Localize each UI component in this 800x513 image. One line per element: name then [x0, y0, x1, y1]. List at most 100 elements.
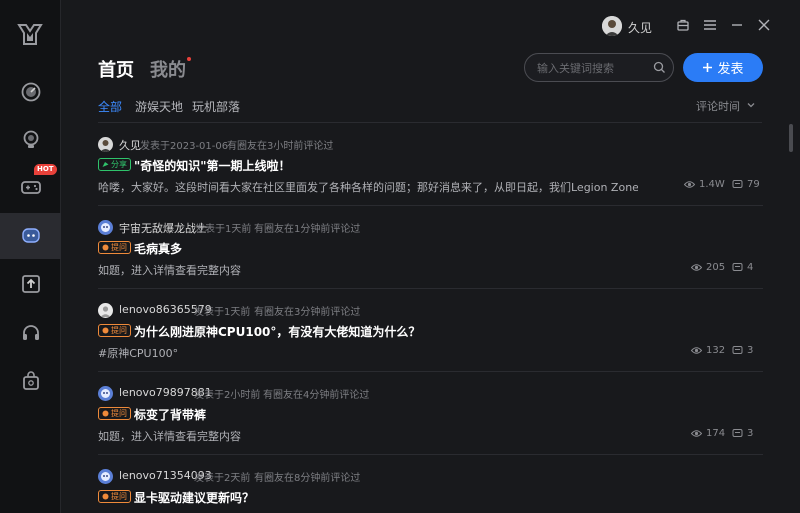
- upload-icon: [21, 275, 40, 293]
- comment-icon: [732, 180, 743, 188]
- lightbulb-icon: [23, 130, 38, 148]
- comment-count: 4: [732, 262, 753, 273]
- gamepad-icon: [20, 181, 41, 194]
- tab-mine[interactable]: 我的: [150, 56, 186, 82]
- post-excerpt: 哈喽，大家好。这段时间看大家在社区里面发了各种各样的问题；那好消息来了，从即日起…: [98, 181, 638, 194]
- post-excerpt: 如题，进入详情查看完整内容: [98, 430, 241, 443]
- post-activity: 有圈友在3小时前评论过: [227, 141, 334, 152]
- eye-icon: [691, 347, 702, 354]
- views-value: 132: [706, 345, 726, 356]
- eye-icon: [691, 264, 702, 271]
- question-icon: [102, 410, 109, 417]
- view-count: 205: [691, 262, 725, 273]
- post-title[interactable]: 为什么刚进原神CPU100°，有没有大佬知道为什么？: [134, 323, 420, 340]
- sidebar-item-upload[interactable]: [0, 261, 61, 307]
- views-value: 174: [706, 428, 726, 439]
- post-title[interactable]: 毛病真多: [134, 240, 182, 257]
- post-time: 发表于1天前: [194, 307, 251, 318]
- post-activity: 有圈友在8分钟前评论过: [254, 473, 361, 484]
- subtab-entertainment[interactable]: 游娱天地: [135, 98, 183, 115]
- post-item[interactable]: 久见 发表于2023-01-06 有圈友在3小时前评论过 分享 "奇怪的知识"第…: [98, 123, 763, 206]
- user-avatar[interactable]: [602, 16, 622, 36]
- comments-value: 3: [747, 345, 754, 356]
- post-title[interactable]: 显卡驱动建议更新吗？: [134, 489, 254, 506]
- tag-badge: 提问: [98, 407, 131, 420]
- speedometer-icon: [21, 82, 40, 102]
- post-time: 发表于2023-01-06: [140, 141, 229, 152]
- sort-dropdown[interactable]: 评论时间: [696, 98, 740, 114]
- post-activity: 有圈友在3分钟前评论过: [254, 307, 361, 318]
- hot-badge: HOT: [34, 164, 57, 175]
- plus-icon: [703, 63, 713, 72]
- post-time: 发表于2小时前: [194, 390, 261, 401]
- view-count: 1.4W: [684, 179, 725, 190]
- tab-home[interactable]: 首页: [98, 56, 134, 82]
- comments-value: 4: [747, 262, 754, 273]
- post-item[interactable]: lenovo79897881 发表于2小时前 有圈友在4分钟前评论过 提问 标变…: [98, 372, 763, 455]
- tag-badge: 提问: [98, 490, 131, 503]
- eye-icon: [684, 181, 695, 188]
- sidebar-item-audio[interactable]: [0, 310, 61, 356]
- post-author[interactable]: 宇宙无敌爆龙战士: [119, 220, 207, 236]
- search-icon[interactable]: [653, 61, 666, 74]
- question-icon: [102, 244, 109, 251]
- post-author[interactable]: 久见: [119, 137, 141, 153]
- sidebar-item-tips[interactable]: [0, 117, 61, 163]
- close-icon[interactable]: [757, 18, 771, 32]
- post-button-label: 发表: [717, 62, 744, 77]
- comment-count: 3: [732, 428, 753, 439]
- post-button[interactable]: 发表: [683, 53, 763, 82]
- menu-icon[interactable]: [703, 18, 717, 32]
- tag-label: 分享: [111, 160, 127, 169]
- tag-badge: 提问: [98, 241, 131, 254]
- tag-badge: 分享: [98, 158, 131, 171]
- post-item[interactable]: lenovo71354093 发表于2天前 有圈友在8分钟前评论过 提问 显卡驱…: [98, 455, 763, 513]
- sidebar-item-community[interactable]: [0, 213, 61, 259]
- post-time: 发表于1天前: [195, 224, 252, 235]
- post-feed: 久见 发表于2023-01-06 有圈友在3小时前评论过 分享 "奇怪的知识"第…: [61, 123, 800, 513]
- post-excerpt: #原神CPU100°: [98, 347, 179, 360]
- view-count: 174: [691, 428, 725, 439]
- sidebar-item-store[interactable]: [0, 358, 61, 404]
- subtab-devices[interactable]: 玩机部落: [192, 98, 240, 115]
- author-avatar[interactable]: [98, 137, 113, 152]
- subtab-all[interactable]: 全部: [98, 98, 122, 115]
- community-chat-icon: [21, 228, 40, 243]
- tag-label: 提问: [111, 243, 127, 252]
- post-excerpt: 如题，进入详情查看完整内容: [98, 264, 241, 277]
- post-activity: 有圈友在4分钟前评论过: [263, 390, 370, 401]
- tag-label: 提问: [111, 492, 127, 501]
- comment-icon: [732, 346, 743, 354]
- post-title[interactable]: "奇怪的知识"第一期上线啦！: [134, 157, 291, 174]
- author-avatar[interactable]: [98, 386, 113, 401]
- author-avatar[interactable]: [98, 303, 113, 318]
- author-avatar[interactable]: [98, 220, 113, 235]
- comments-value: 79: [747, 179, 760, 190]
- store-bag-icon: [22, 371, 39, 390]
- tag-badge: 提问: [98, 324, 131, 337]
- briefcase-icon[interactable]: [676, 18, 690, 32]
- user-name[interactable]: 久见: [628, 19, 652, 36]
- comment-count: 3: [732, 345, 753, 356]
- post-item[interactable]: lenovo86365579 发表于1天前 有圈友在3分钟前评论过 提问 为什么…: [98, 289, 763, 372]
- post-title[interactable]: 标变了背带裤: [134, 406, 206, 423]
- search-box[interactable]: [524, 53, 674, 82]
- legion-logo-icon[interactable]: [16, 20, 44, 48]
- tag-label: 提问: [111, 326, 127, 335]
- post-activity: 有圈友在1分钟前评论过: [254, 224, 361, 235]
- notification-dot: [187, 57, 191, 61]
- sidebar-item-games[interactable]: HOT: [0, 164, 61, 210]
- chevron-down-icon[interactable]: [746, 100, 756, 110]
- search-input[interactable]: [537, 60, 647, 76]
- post-item[interactable]: 宇宙无敌爆龙战士 发表于1天前 有圈友在1分钟前评论过 提问 毛病真多 如题，进…: [98, 206, 763, 289]
- views-value: 1.4W: [699, 179, 725, 190]
- post-time: 发表于2天前: [194, 473, 251, 484]
- author-avatar[interactable]: [98, 469, 113, 484]
- comment-count: 79: [732, 179, 760, 190]
- minimize-icon[interactable]: [730, 18, 744, 32]
- comment-icon: [732, 263, 743, 271]
- sidebar: HOT: [0, 0, 61, 513]
- views-value: 205: [706, 262, 726, 273]
- question-icon: [102, 493, 109, 500]
- sidebar-item-performance[interactable]: [0, 69, 61, 115]
